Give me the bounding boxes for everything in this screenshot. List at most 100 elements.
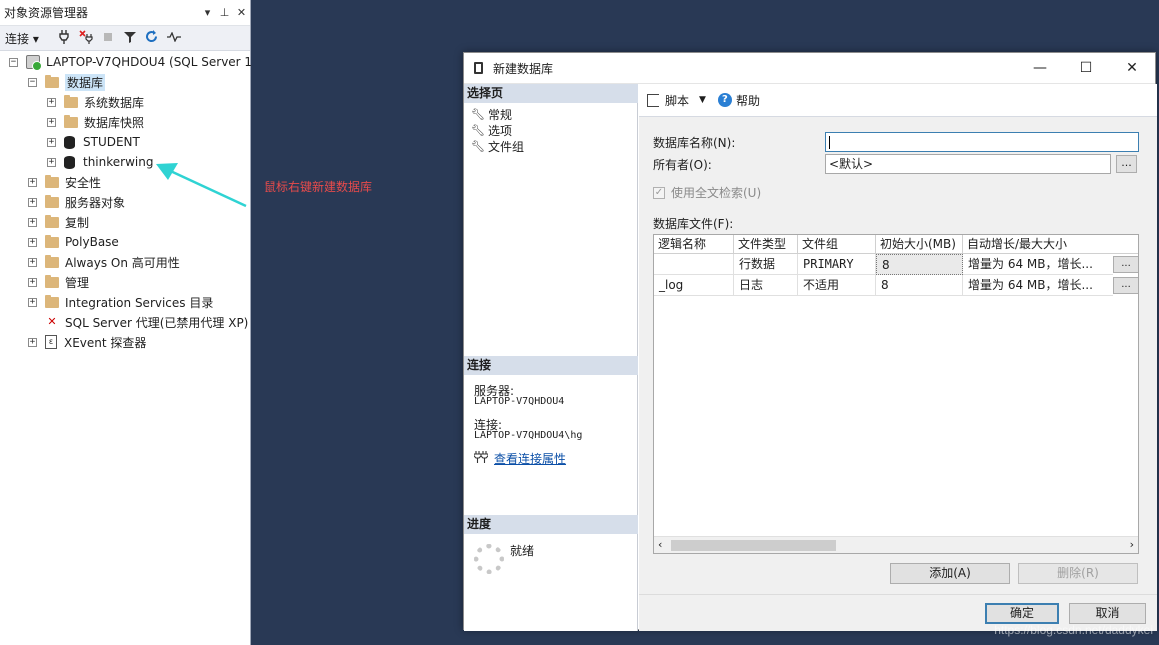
help-button[interactable]: 帮助 [736, 92, 760, 109]
tree-node-label: XEvent 探查器 [64, 335, 147, 350]
scroll-right-icon[interactable]: › [1130, 538, 1134, 551]
add-button[interactable]: 添加(A) [890, 563, 1010, 584]
expand-icon[interactable]: + [47, 97, 56, 107]
tree-node-db-student[interactable]: + STUDENT [47, 132, 140, 152]
pin-icon[interactable]: ⊥ [216, 6, 233, 19]
tree-node-replication[interactable]: + 复制 [28, 212, 89, 232]
grid-cell-file-type[interactable]: 行数据 [734, 254, 798, 275]
maximize-button[interactable]: ☐ [1063, 60, 1109, 76]
refresh-icon[interactable] [141, 30, 163, 46]
tree-node-system-databases[interactable]: + 系统数据库 [47, 92, 144, 112]
owner-input[interactable]: <默认> [825, 154, 1111, 174]
tree-node-label: thinkerwing [83, 155, 154, 169]
connect-button[interactable]: 连接 ▾ [5, 30, 39, 47]
dropdown-icon[interactable]: ▾ [199, 6, 216, 19]
progress-header: 进度 [464, 515, 638, 534]
collapse-icon[interactable]: − [28, 77, 37, 87]
page-options[interactable]: 🔧︎ 选项 [471, 122, 512, 138]
ok-button[interactable]: 确定 [985, 603, 1059, 624]
tree-node-sql-agent[interactable]: ✕ SQL Server 代理(已禁用代理 XP) [45, 312, 248, 332]
fulltext-checkbox-row[interactable]: ✓ 使用全文检索(U) [653, 184, 761, 201]
expand-icon[interactable]: + [28, 197, 37, 207]
autogrowth-edit-button[interactable]: ... [1113, 277, 1138, 294]
db-files-grid: 逻辑名称 文件类型 文件组 初始大小(MB) 自动增长/最大大小 行数据 PRI… [653, 234, 1139, 554]
collapse-icon[interactable]: − [9, 57, 18, 67]
connect-plug-icon[interactable] [53, 29, 75, 47]
grid-cell-logical-name[interactable] [654, 254, 734, 275]
tree-node-management[interactable]: + 管理 [28, 272, 89, 292]
folder-icon [45, 274, 59, 288]
grid-header-autogrowth[interactable]: 自动增长/最大大小 [963, 235, 1138, 254]
expand-icon[interactable]: + [28, 337, 37, 347]
expand-icon[interactable]: + [28, 297, 37, 307]
fulltext-checkbox[interactable]: ✓ [653, 186, 665, 199]
expand-icon[interactable]: + [47, 157, 56, 167]
db-name-input[interactable] [825, 132, 1139, 152]
stop-icon[interactable] [97, 31, 119, 45]
text-caret [829, 136, 830, 149]
grid-header-filegroup[interactable]: 文件组 [798, 235, 876, 254]
tree-node-always-on[interactable]: + Always On 高可用性 [28, 252, 180, 272]
script-icon [647, 93, 659, 107]
cancel-button[interactable]: 取消 [1069, 603, 1146, 624]
grid-header-initial-size[interactable]: 初始大小(MB) [876, 235, 963, 254]
minimize-button[interactable]: — [1017, 60, 1063, 76]
expand-icon[interactable]: + [28, 217, 37, 227]
grid-cell-file-type[interactable]: 日志 [734, 275, 798, 296]
disconnect-icon[interactable] [75, 29, 97, 47]
filter-icon[interactable] [119, 31, 141, 46]
folder-icon [45, 254, 59, 268]
grid-cell-autogrowth: 增量为 64 MB，增长... [963, 254, 1113, 275]
expand-icon[interactable]: + [47, 137, 56, 147]
page-general[interactable]: 🔧︎ 常规 [471, 106, 512, 122]
tree-node-server-objects[interactable]: + 服务器对象 [28, 192, 125, 212]
tree-node-polybase[interactable]: + PolyBase [28, 232, 119, 252]
tree-node-security[interactable]: + 安全性 [28, 172, 101, 192]
tree-node-xevent[interactable]: + ε XEvent 探查器 [28, 332, 146, 352]
autogrowth-edit-button[interactable]: ... [1113, 256, 1138, 273]
tree-node-label: 管理 [65, 275, 90, 290]
close-icon[interactable]: ✕ [233, 6, 250, 19]
database-dialog-icon [474, 62, 483, 74]
remove-button[interactable]: 删除(R) [1018, 563, 1138, 584]
object-explorer-titlebar: 对象资源管理器 ▾ ⊥ ✕ [0, 0, 250, 26]
grid-horizontal-scrollbar[interactable]: ‹ › [654, 536, 1138, 553]
server-value: LAPTOP-V7QHDOU4 [474, 396, 565, 407]
grid-cell-filegroup[interactable]: PRIMARY [798, 254, 876, 275]
owner-browse-button[interactable]: ... [1116, 155, 1137, 173]
activity-monitor-icon[interactable] [163, 31, 185, 45]
connection-value: LAPTOP-V7QHDOU4\hg [474, 430, 583, 441]
tree-node-server[interactable]: − LAPTOP-V7QHDOU4 (SQL Server 1 [9, 52, 252, 72]
grid-header-logical-name[interactable]: 逻辑名称 [654, 235, 734, 254]
grid-cell-logical-name[interactable]: _log [654, 275, 734, 296]
watermark: https://blog.csdn.net/daddykei [994, 623, 1153, 637]
expand-icon[interactable]: + [28, 237, 37, 247]
folder-icon [45, 214, 59, 228]
expand-icon[interactable]: + [28, 257, 37, 267]
expand-icon[interactable]: + [28, 277, 37, 287]
grid-cell-initial-size[interactable]: 8 [876, 275, 963, 296]
script-dropdown-icon[interactable]: ▼ [699, 95, 706, 105]
page-label: 选项 [488, 123, 513, 138]
tree-node-database-snapshots[interactable]: + 数据库快照 [47, 112, 144, 132]
tree-node-label: 安全性 [65, 175, 102, 190]
grid-cell-filegroup[interactable]: 不适用 [798, 275, 876, 296]
grid-header-file-type[interactable]: 文件类型 [734, 235, 798, 254]
scroll-left-icon[interactable]: ‹ [658, 538, 662, 551]
tree-node-integration-services[interactable]: + Integration Services 目录 [28, 292, 213, 312]
folder-icon [45, 74, 59, 88]
scrollbar-thumb[interactable] [671, 540, 836, 551]
script-button[interactable]: 脚本 [665, 92, 689, 109]
page-filegroups[interactable]: 🔧︎ 文件组 [471, 138, 524, 154]
view-connection-properties[interactable]: 查看连接属性 [473, 450, 566, 467]
wrench-icon: 🔧︎ [471, 139, 485, 153]
tree-node-label: SQL Server 代理(已禁用代理 XP) [65, 315, 249, 330]
close-button[interactable]: ✕ [1109, 60, 1155, 76]
view-connection-properties-link[interactable]: 查看连接属性 [494, 450, 566, 467]
tree-node-databases[interactable]: − 数据库 [28, 72, 106, 92]
tree-node-db-thinkerwing[interactable]: + thinkerwing [47, 152, 153, 172]
grid-cell-initial-size[interactable]: 8 [876, 254, 963, 275]
expand-icon[interactable]: + [28, 177, 37, 187]
tree-node-label: 服务器对象 [65, 195, 126, 210]
expand-icon[interactable]: + [47, 117, 56, 127]
